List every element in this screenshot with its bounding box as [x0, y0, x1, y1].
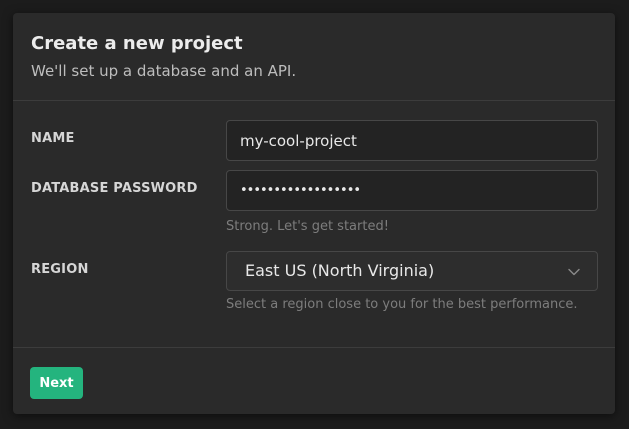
region-label: REGION: [31, 262, 89, 277]
create-project-dialog: Create a new project We'll set up a data…: [13, 13, 615, 414]
database-password-label: DATABASE PASSWORD: [31, 181, 198, 196]
region-hint: Select a region close to you for the bes…: [226, 297, 578, 312]
region-selected-value: East US (North Virginia): [245, 261, 435, 280]
dialog-header: Create a new project We'll set up a data…: [13, 13, 615, 101]
dialog-subtitle: We'll set up a database and an API.: [31, 62, 297, 80]
name-label: NAME: [31, 131, 75, 146]
region-select[interactable]: East US (North Virginia): [226, 251, 598, 291]
database-password-input[interactable]: [226, 170, 598, 211]
project-name-input[interactable]: [226, 120, 598, 161]
dialog-title: Create a new project: [31, 33, 243, 54]
password-strength-hint: Strong. Let's get started!: [226, 219, 389, 234]
dialog-footer: Next: [13, 347, 615, 414]
chevron-down-icon: [568, 268, 580, 276]
next-button[interactable]: Next: [30, 367, 83, 399]
